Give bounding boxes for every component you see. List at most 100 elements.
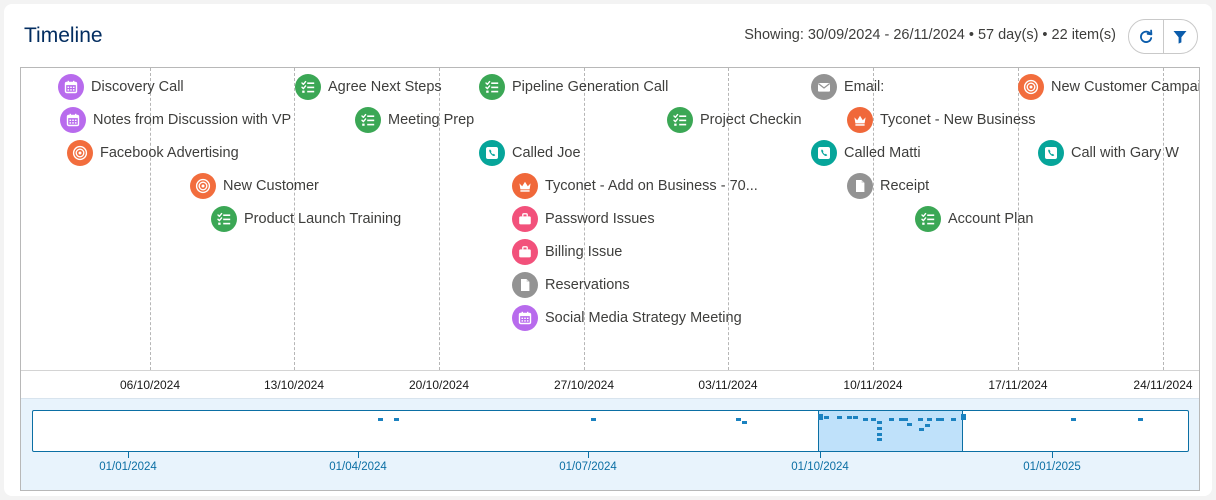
briefcase-icon (512, 239, 538, 265)
task-checklist-icon (211, 206, 237, 232)
overview-item-marker (927, 418, 932, 421)
timeline-item-label: Pipeline Generation Call (512, 79, 669, 95)
timeline-item-label: New Customer Campai (1051, 79, 1200, 95)
crown-icon (512, 173, 538, 199)
timeline-item-opportunity[interactable]: Tyconet - Add on Business - 70... (512, 173, 758, 199)
overview-item-marker (736, 418, 741, 421)
phone-icon (1038, 140, 1064, 166)
axis-date-label: 03/11/2024 (698, 378, 758, 392)
overview-range-frame[interactable] (32, 410, 1189, 452)
calendar-icon (512, 305, 538, 331)
overview-item-marker (903, 418, 908, 421)
axis-date-label: 20/10/2024 (408, 378, 470, 392)
filter-button[interactable] (1162, 20, 1197, 53)
overview-item-marker (847, 416, 852, 419)
overview-axis-label: 01/04/2024 (329, 461, 387, 473)
task-checklist-icon (667, 107, 693, 133)
timeline-item-event[interactable]: Social Media Strategy Meeting (512, 305, 742, 331)
timeline-item-campaign[interactable]: New Customer Campai (1018, 74, 1200, 100)
briefcase-icon (512, 206, 538, 232)
timeline-item-label: Receipt (880, 178, 930, 194)
timeline-item-label: Agree Next Steps (328, 79, 442, 95)
timeline-axis: 06/10/2024 13/10/2024 20/10/2024 27/10/2024… (21, 370, 1199, 398)
timeline-item-label: Reservations (545, 277, 630, 293)
overview-item-marker (1138, 418, 1143, 421)
action-button-group (1128, 19, 1198, 54)
overview-axis-tick (358, 452, 359, 458)
overview-item-marker (918, 418, 923, 421)
timeline-overview: 01/01/2024 01/04/2024 01/07/2024 01/10/2024… (21, 398, 1199, 490)
timeline-item-event[interactable]: Notes from Discussion with VP (60, 107, 291, 133)
overview-item-marker (877, 427, 882, 430)
calendar-icon (60, 107, 86, 133)
timeline-item-campaign[interactable]: New Customer (190, 173, 319, 199)
phone-icon (479, 140, 505, 166)
overview-item-marker (961, 417, 966, 420)
target-icon (1018, 74, 1044, 100)
date-range-summary: Showing: 30/09/2024 - 26/11/2024 • 57 da… (744, 27, 1116, 43)
overview-item-marker (877, 421, 882, 424)
overview-item-marker (939, 418, 944, 421)
timeline-item-label: Project Checkin (700, 112, 802, 128)
timeline-item-label: Email: (844, 79, 885, 95)
timeline-item-task[interactable]: Account Plan (915, 206, 1033, 232)
timeline-item-label: Password Issues (545, 211, 655, 227)
overview-axis-label: 01/07/2024 (559, 461, 617, 473)
timeline-item-email[interactable]: Email: (811, 74, 884, 100)
timeline-item-task[interactable]: Product Launch Training (211, 206, 401, 232)
timeline-item-event[interactable]: Discovery Call (58, 74, 184, 100)
overview-axis-tick (128, 452, 129, 458)
timeline-item-label: New Customer (223, 178, 319, 194)
timeline-item-call[interactable]: Call with Gary W (1038, 140, 1179, 166)
timeline-item-label: Billing Issue (545, 244, 623, 260)
timeline-item-task[interactable]: Meeting Prep (355, 107, 474, 133)
timeline-item-file[interactable]: Reservations (512, 272, 630, 298)
overview-axis-tick (588, 452, 589, 458)
timeline-item-case[interactable]: Password Issues (512, 206, 655, 232)
overview-axis-label: 01/10/2024 (791, 461, 849, 473)
timeline-item-campaign[interactable]: Facebook Advertising (67, 140, 239, 166)
timeline-item-task[interactable]: Project Checkin (667, 107, 802, 133)
task-checklist-icon (295, 74, 321, 100)
axis-date-label: 27/10/2024 (553, 378, 615, 392)
timeline-item-task[interactable]: Pipeline Generation Call (479, 74, 668, 100)
timeline-items-area: Discovery Call Agree Next Steps Pipeline G… (21, 68, 1199, 370)
overview-axis-tick (820, 452, 821, 458)
timeline-item-case[interactable]: Billing Issue (512, 239, 622, 265)
axis-date-label: 06/10/2024 (119, 378, 181, 392)
timeline-item-label: Tyconet - Add on Business - 70... (545, 178, 758, 194)
timeline-item-label: Called Joe (512, 145, 581, 161)
refresh-button[interactable] (1129, 20, 1163, 53)
calendar-icon (58, 74, 84, 100)
timeline-card: Timeline Showing: 30/09/2024 - 26/11/202… (4, 4, 1212, 496)
timeline-panel: Discovery Call Agree Next Steps Pipeline G… (20, 67, 1200, 491)
timeline-item-call[interactable]: Called Matti (811, 140, 921, 166)
axis-date-label: 13/10/2024 (263, 378, 325, 392)
overview-item-marker (871, 418, 876, 421)
overview-item-marker (394, 418, 399, 421)
timeline-item-call[interactable]: Called Joe (479, 140, 581, 166)
overview-axis-tick (1052, 452, 1053, 458)
overview-item-marker (877, 433, 882, 436)
timeline-item-label: Called Matti (844, 145, 921, 161)
overview-item-marker (591, 418, 596, 421)
task-checklist-icon (355, 107, 381, 133)
overview-item-marker (837, 416, 842, 419)
target-icon (190, 173, 216, 199)
document-icon (512, 272, 538, 298)
crown-icon (847, 107, 873, 133)
filter-icon (1173, 30, 1187, 44)
overview-item-marker (818, 417, 823, 420)
timeline-item-label: Notes from Discussion with VP (93, 112, 292, 128)
overview-item-marker (853, 416, 858, 419)
overview-item-marker (877, 438, 882, 441)
timeline-item-label: Meeting Prep (388, 112, 475, 128)
overview-item-marker (925, 424, 930, 427)
overview-item-marker (824, 416, 829, 419)
timeline-item-file[interactable]: Receipt (847, 173, 929, 199)
task-checklist-icon (915, 206, 941, 232)
timeline-item-task[interactable]: Agree Next Steps (295, 74, 442, 100)
task-checklist-icon (479, 74, 505, 100)
timeline-item-label: Account Plan (948, 211, 1034, 227)
timeline-item-opportunity[interactable]: Tyconet - New Business (847, 107, 1036, 133)
